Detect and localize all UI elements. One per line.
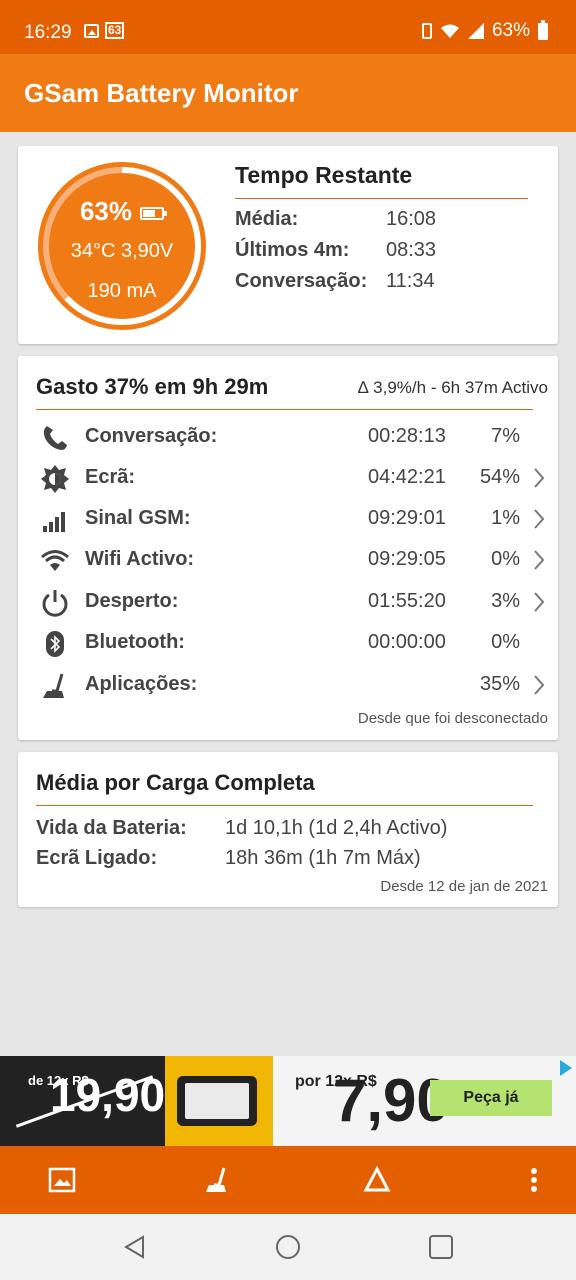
battery-percent-value: 63% — [79, 196, 133, 226]
chevron-right-icon[interactable] — [532, 591, 546, 613]
app-bar: GSam Battery Monitor — [0, 54, 576, 132]
ad-banner[interactable]: de 12x R$ 19,90 por 12x R$ 7,90 Peça já — [0, 1056, 576, 1146]
vibrate-icon — [421, 23, 432, 39]
usage-card: Gasto 37% em 9h 29m ∆ 3,9%/h - 6h 37m Ac… — [18, 356, 558, 740]
current-draw: 190 mA — [87, 280, 157, 302]
battery-gauge: 63% 34°C 3,90V 190 mA — [36, 160, 208, 332]
chevron-right-icon[interactable] — [532, 508, 546, 530]
battery-icon — [140, 206, 168, 220]
cell-signal-icon — [467, 23, 484, 39]
wifi-status-icon — [440, 24, 459, 38]
usage-row-apps[interactable]: Aplicações: 35% — [18, 665, 558, 705]
power-icon — [42, 590, 68, 617]
status-time: 16:29 — [24, 22, 72, 43]
time-remaining-title: Tempo Restante — [235, 162, 413, 188]
usage-rate: ∆ 3,9%/h - 6h 37m Activo — [358, 378, 548, 397]
adchoices-icon[interactable] — [560, 1060, 572, 1076]
usage-row-bluetooth[interactable]: Bluetooth: 00:00:00 0% — [18, 623, 558, 663]
usage-footer: Desde que foi desconectado — [357, 710, 548, 727]
brightness-icon — [41, 465, 69, 493]
average-row: Vida da Bateria: 1d 10,1h (1d 2,4h Activo… — [36, 817, 448, 839]
average-row: Ecrã Ligado: 18h 36m (1h 7m Máx) — [36, 847, 421, 869]
recents-icon[interactable] — [426, 1232, 456, 1262]
image-icon[interactable] — [42, 1160, 82, 1200]
divider — [36, 409, 533, 410]
average-footer: Desde 12 de jan de 2021 — [380, 878, 548, 895]
app-title: GSam Battery Monitor — [24, 78, 299, 108]
usage-row-awake[interactable]: Desperto: 01:55:20 3% — [18, 582, 558, 622]
ad-cta-button[interactable]: Peça já — [430, 1080, 552, 1116]
average-card[interactable]: Média por Carga Completa Vida da Bateria… — [18, 752, 558, 907]
phone-icon — [43, 426, 67, 450]
usage-row-call[interactable]: Conversação: 00:28:13 7% — [18, 417, 558, 457]
chevron-right-icon[interactable] — [532, 549, 546, 571]
back-icon[interactable] — [120, 1232, 150, 1262]
status-bar: 16:29 63 63% — [0, 0, 576, 54]
battery-card[interactable]: 63% 34°C 3,90V 190 mA Tempo Restante Méd… — [18, 146, 558, 344]
ad-phone-image — [177, 1076, 257, 1126]
bluetooth-icon — [46, 631, 64, 657]
delta-icon[interactable] — [357, 1160, 397, 1200]
battery-percent: 63% — [491, 20, 530, 41]
chevron-right-icon[interactable] — [532, 467, 546, 489]
average-title: Média por Carga Completa — [36, 770, 315, 795]
divider — [36, 805, 533, 806]
signal-icon — [43, 512, 65, 532]
more-icon[interactable] — [514, 1160, 554, 1200]
temp-voltage: 34°C 3,90V — [70, 240, 174, 262]
usage-title: Gasto 37% em 9h 29m — [36, 374, 269, 399]
notification-badge: 63 — [105, 22, 125, 39]
home-icon[interactable] — [273, 1232, 303, 1262]
battery-status-icon — [538, 19, 548, 40]
system-nav-bar — [0, 1214, 576, 1280]
usage-row-wifi[interactable]: Wifi Activo: 09:29:05 0% — [18, 540, 558, 580]
usage-row-screen[interactable]: Ecrã: 04:42:21 54% — [18, 458, 558, 498]
apps-icon — [43, 673, 64, 698]
apps-icon[interactable] — [196, 1160, 236, 1200]
gallery-notification-icon — [84, 23, 99, 38]
wifi-icon — [41, 550, 69, 571]
usage-row-gsm[interactable]: Sinal GSM: 09:29:01 1% — [18, 499, 558, 539]
bottom-action-bar — [0, 1146, 576, 1214]
divider — [235, 198, 528, 199]
chevron-right-icon[interactable] — [532, 674, 546, 696]
